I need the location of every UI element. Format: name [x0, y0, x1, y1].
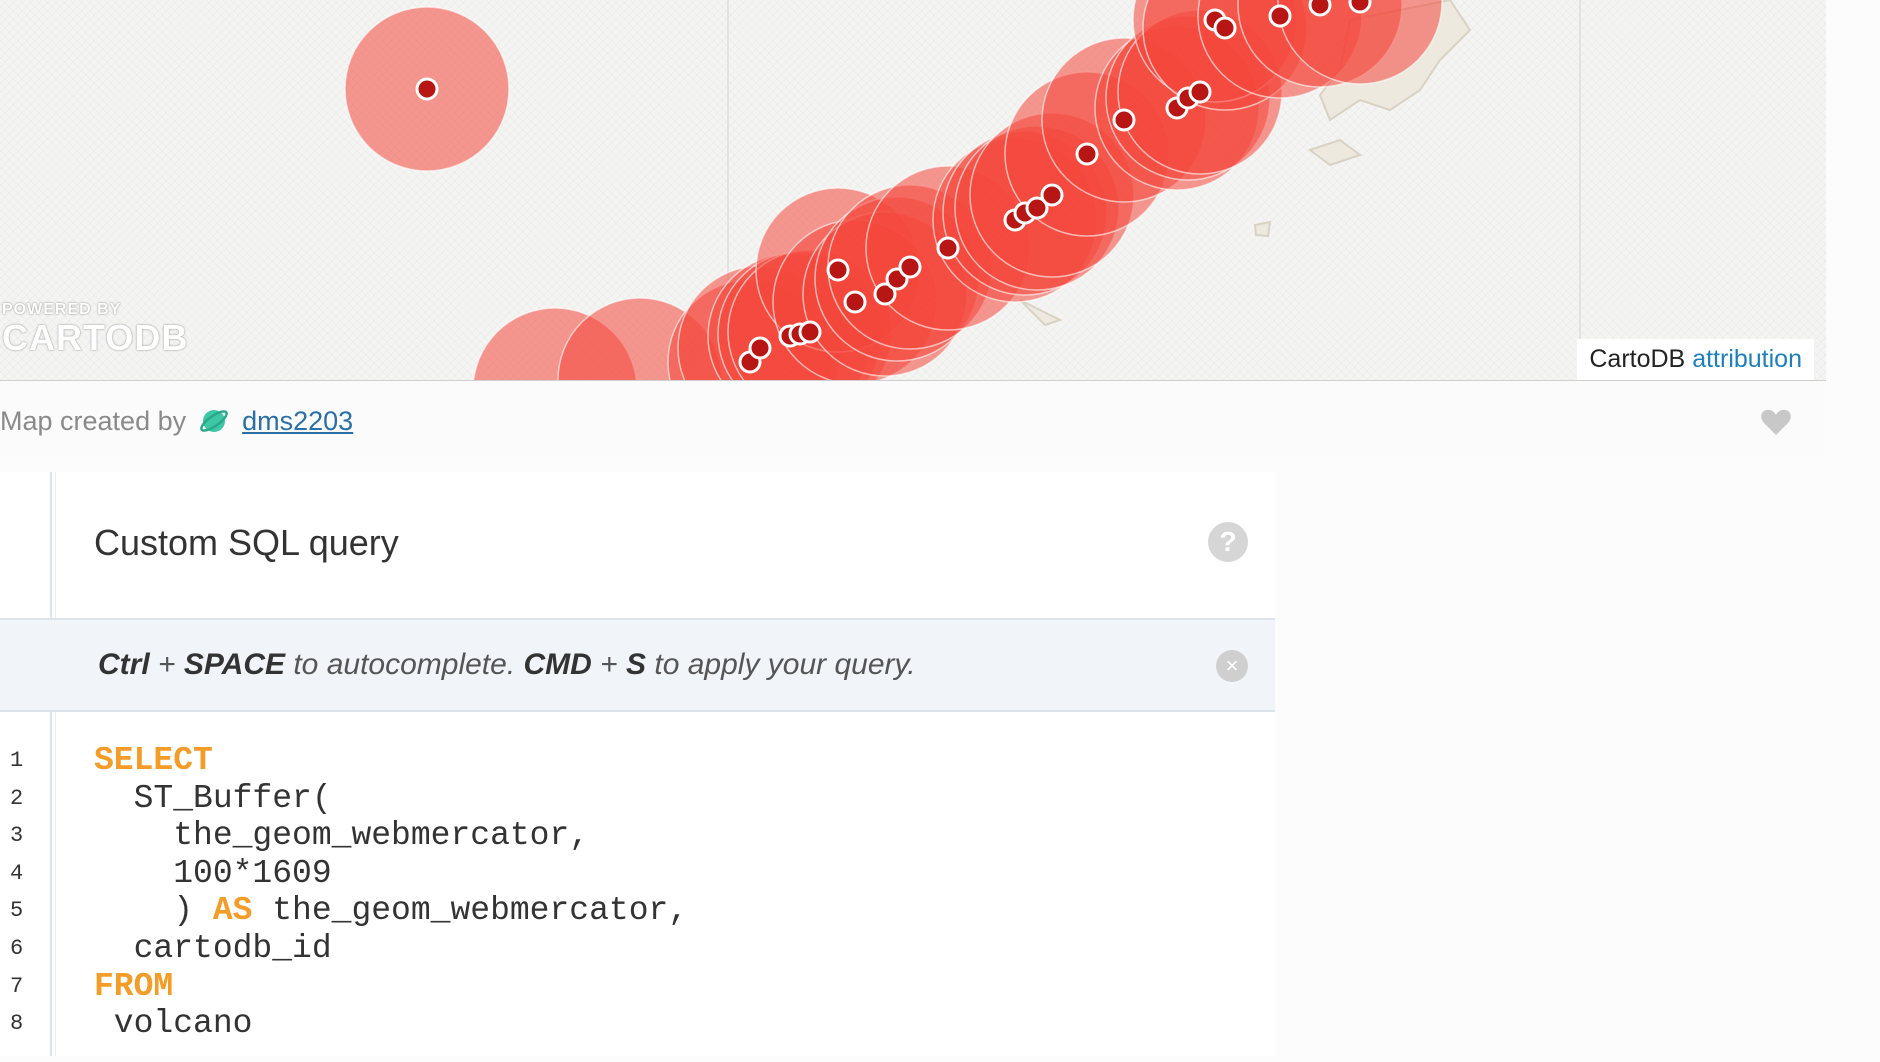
map-footer: Map created by dms2203 [0, 381, 1826, 455]
volcano-point[interactable] [1112, 108, 1136, 132]
line-number: 2 [10, 785, 24, 811]
code-line[interactable]: 1 SELECT [0, 742, 1275, 780]
planet-icon [200, 410, 228, 432]
line-number: 8 [10, 1011, 24, 1037]
sql-keyword: FROM [94, 967, 174, 1005]
code-line[interactable]: 5 ) AS the_geom_webmercator, [0, 892, 1275, 930]
map-attribution: CartoDB attribution [1577, 339, 1814, 380]
line-number: 5 [10, 898, 24, 924]
volcano-point[interactable] [748, 336, 772, 360]
code-token: ST_Buffer( [94, 779, 332, 817]
line-number: 4 [10, 860, 24, 886]
hint-plus: + [591, 648, 627, 681]
hint-key-s: S [626, 648, 647, 681]
hint-plus: + [149, 648, 184, 681]
code-token: 100*1609 [94, 854, 332, 892]
created-by-label: Map created by [0, 405, 187, 436]
panel-title: Custom SQL query [94, 522, 399, 563]
line-number: 7 [10, 973, 24, 999]
powered-by-label: POWERED BY [2, 301, 122, 318]
code-token: volcano [94, 1005, 253, 1043]
volcano-point[interactable] [1188, 80, 1212, 104]
map-view[interactable]: POWERED BY CARTODB CartoDB attribution [0, 0, 1826, 381]
code-line[interactable]: 2 ST_Buffer( [0, 780, 1275, 818]
code-line[interactable]: 6 cartodb_id [0, 930, 1275, 968]
code-text: 100*1609 [94, 854, 332, 892]
volcano-point[interactable] [826, 258, 850, 282]
code-text: cartodb_id [94, 930, 332, 967]
help-icon[interactable]: ? [1208, 522, 1248, 562]
hint-key-ctrl: Ctrl [98, 648, 150, 681]
volcano-point[interactable] [898, 255, 922, 279]
hint-text-autocomplete: to autocomplete. [285, 648, 524, 681]
code-line[interactable]: 7 FROM [0, 968, 1275, 1006]
code-line[interactable]: 8 volcano [0, 1005, 1275, 1043]
attribution-prefix: CartoDB [1589, 345, 1686, 373]
hint-key-cmd: CMD [523, 648, 592, 681]
volcano-point[interactable] [798, 320, 822, 344]
hint-text-apply: to apply your query. [646, 648, 916, 681]
code-text: the_geom_webmercator, [94, 817, 589, 854]
close-hint-icon[interactable]: × [1216, 650, 1248, 682]
code-text: ) AS the_geom_webmercator, [94, 892, 688, 929]
code-text: ST_Buffer( [94, 780, 332, 817]
volcano-point[interactable] [1075, 142, 1099, 166]
volcano-point[interactable] [415, 77, 439, 101]
code-line[interactable]: 3 the_geom_webmercator, [0, 817, 1275, 855]
volcano-point[interactable] [1268, 4, 1292, 28]
custom-sql-panel: Custom SQL query ? Ctrl + SPACE to autoc… [0, 472, 1275, 1056]
heart-icon[interactable] [1760, 407, 1792, 437]
hint-bar: Ctrl + SPACE to autocomplete. CMD + S to… [0, 618, 1275, 712]
line-number: 3 [10, 823, 24, 849]
code-line[interactable]: 4 100*1609 [0, 855, 1275, 893]
powered-by-cartodb-logo[interactable]: POWERED BY CARTODB [2, 302, 188, 356]
buffer-layer [344, 0, 1443, 380]
code-token: cartodb_id [94, 930, 332, 967]
code-text: volcano [94, 1005, 253, 1043]
sql-editor[interactable]: 1 SELECT 2 ST_Buffer(3 the_geom_webmercato… [0, 742, 1275, 1062]
hint-text: Ctrl + SPACE to autocomplete. CMD + S to… [98, 648, 916, 682]
volcano-point[interactable] [1213, 16, 1237, 40]
volcano-point[interactable] [936, 236, 960, 260]
cartodb-logo-text: CARTODB [2, 317, 189, 358]
map-created-by: Map created by dms2203 [0, 405, 353, 437]
sql-keyword: SELECT [94, 742, 213, 779]
volcano-point[interactable] [1348, 0, 1372, 14]
volcano-point[interactable] [1308, 0, 1332, 17]
code-token: the_geom_webmercator, [252, 892, 689, 930]
author-link[interactable]: dms2203 [242, 406, 353, 437]
code-text: SELECT [94, 742, 213, 779]
line-number: 1 [10, 748, 24, 773]
map-canvas[interactable] [0, 0, 1826, 380]
hint-key-space: SPACE [183, 648, 286, 681]
code-text: FROM [94, 968, 173, 1005]
line-number: 6 [10, 936, 24, 961]
code-token: ) [94, 892, 213, 930]
attribution-link[interactable]: attribution [1692, 345, 1802, 373]
volcano-point[interactable] [1040, 183, 1064, 207]
code-token: the_geom_webmercator, [94, 817, 590, 855]
volcano-point[interactable] [843, 290, 867, 314]
sql-keyword: AS [212, 892, 253, 930]
